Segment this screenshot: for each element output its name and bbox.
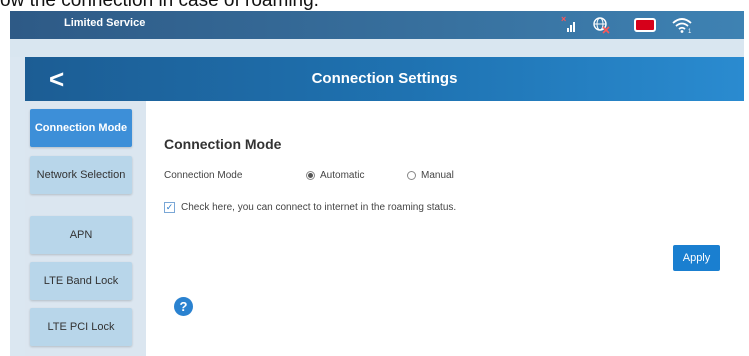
page: ow the connection in case of roaming. Li… — [0, 0, 749, 356]
sim-card-shape — [634, 18, 656, 32]
sim-card-icon — [631, 16, 659, 34]
connection-mode-label: Connection Mode — [164, 170, 243, 181]
wifi-icon-svg: 1 — [672, 18, 692, 34]
service-status-text: Limited Service — [64, 17, 146, 29]
sidebar-item-connection-mode[interactable]: Connection Mode — [30, 109, 132, 147]
sidebar-item-lte-band-lock[interactable]: LTE Band Lock — [30, 262, 132, 300]
sidebar: Connection Mode Network Selection APN LT… — [25, 101, 146, 356]
radio-automatic[interactable]: Automatic — [306, 170, 364, 181]
radio-automatic-label: Automatic — [320, 170, 365, 181]
sidebar-item-network-selection[interactable]: Network Selection — [30, 156, 132, 194]
status-gap — [10, 39, 744, 57]
status-bar: Limited Service × 1 — [10, 11, 744, 39]
roaming-checkbox-label: Check here, you can connect to internet … — [181, 202, 457, 213]
device-ui-frame: Limited Service × 1 < Connection Setting… — [10, 11, 744, 356]
signal-icon: × — [561, 14, 579, 34]
roaming-check-row: ✓ Check here, you can connect to interne… — [164, 202, 456, 213]
sidebar-item-lte-pci-lock[interactable]: LTE PCI Lock — [30, 308, 132, 346]
help-icon[interactable]: ? — [174, 297, 193, 316]
wifi-icon: 1 — [670, 16, 694, 34]
apply-button[interactable]: Apply — [673, 245, 720, 271]
caption-text: ow the connection in case of roaming. — [0, 0, 319, 11]
radio-manual-label: Manual — [421, 170, 454, 181]
radio-manual[interactable]: Manual — [407, 170, 454, 181]
no-signal-mark: × — [561, 14, 567, 24]
main-content: Connection Mode Connection Mode Automati… — [146, 101, 744, 356]
signal-bars — [567, 22, 575, 32]
radio-automatic-dot[interactable] — [306, 171, 315, 180]
radio-manual-dot[interactable] — [407, 171, 416, 180]
roaming-checkbox[interactable]: ✓ — [164, 202, 175, 213]
svg-text:1: 1 — [688, 29, 692, 34]
globe-icon-svg — [593, 17, 610, 34]
section-title: Connection Mode — [164, 136, 282, 152]
sidebar-item-apn[interactable]: APN — [30, 216, 132, 254]
page-title: Connection Settings — [311, 70, 458, 87]
globe-icon — [590, 16, 612, 34]
page-header: < Connection Settings — [25, 57, 744, 101]
